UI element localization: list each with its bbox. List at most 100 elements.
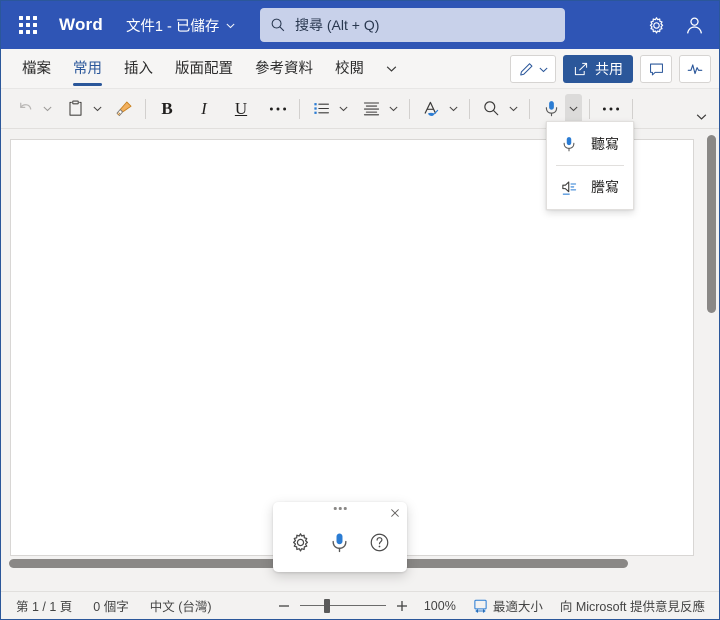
toolbar-separator: [145, 98, 146, 119]
align-icon: [363, 102, 379, 116]
zoom-slider-thumb[interactable]: [323, 598, 330, 613]
zoom-slider-track: [299, 605, 386, 607]
chevron-down-icon: [449, 106, 458, 112]
tab-file[interactable]: 檔案: [11, 53, 62, 85]
share-button[interactable]: 共用: [563, 55, 633, 83]
more-commands-button[interactable]: [597, 94, 625, 124]
comments-button[interactable]: [640, 55, 672, 83]
word-count-label[interactable]: 0 個字: [87, 593, 134, 618]
zoom-out-button[interactable]: [274, 596, 294, 616]
app-name-label: Word: [59, 15, 103, 34]
page-info-label[interactable]: 第 1 / 1 頁: [10, 593, 78, 618]
tab-layout[interactable]: 版面配置: [164, 53, 244, 85]
paste-button[interactable]: [61, 94, 89, 124]
bold-button[interactable]: B: [153, 94, 181, 124]
bullet-list-button[interactable]: [307, 94, 335, 124]
ribbon-actions: 共用: [510, 49, 711, 89]
styles-dropdown-button[interactable]: [445, 94, 462, 124]
more-tabs-button[interactable]: [377, 55, 405, 83]
vertical-scrollbar[interactable]: [706, 135, 717, 553]
toolbar-separator: [589, 98, 590, 119]
undo-button[interactable]: [11, 94, 39, 124]
drag-handle-icon[interactable]: [333, 507, 347, 510]
tab-home[interactable]: 常用: [62, 53, 113, 86]
menu-item-dictate[interactable]: 聽寫: [547, 126, 633, 162]
tab-review[interactable]: 校閱: [324, 53, 375, 85]
paste-dropdown-button[interactable]: [89, 94, 106, 124]
undo-icon: [19, 102, 31, 110]
styles-button[interactable]: [417, 94, 445, 124]
grid-icon: [19, 16, 37, 34]
format-painter-icon: [116, 101, 132, 116]
settings-button[interactable]: [639, 8, 673, 42]
status-bar: 第 1 / 1 頁 0 個字 中文 (台灣) 100% 最適大小 向 Micro…: [1, 591, 719, 619]
app-launcher-button[interactable]: [11, 8, 45, 42]
gear-icon: [293, 532, 309, 552]
status-bar-right: 100% 最適大小 向 Microsoft 提供意見反應: [274, 593, 711, 618]
more-font-options-button[interactable]: [264, 94, 292, 124]
close-icon: [391, 509, 399, 517]
fit-to-width-button[interactable]: 最適大小: [468, 593, 548, 618]
fit-label: 最適大小: [492, 600, 543, 614]
tab-references[interactable]: 參考資料: [244, 53, 324, 85]
undo-dropdown-button[interactable]: [39, 94, 56, 124]
bullet-list-icon: [313, 103, 329, 114]
share-icon: [574, 62, 588, 76]
ribbon-tab-bar: 檔案 常用 插入 版面配置 參考資料 校閱 共用: [1, 49, 719, 89]
pen-icon: [519, 62, 532, 75]
chevron-down-icon: [389, 106, 398, 112]
editing-mode-button[interactable]: [510, 55, 556, 83]
catch-up-button[interactable]: [679, 55, 711, 83]
zoom-level-label[interactable]: 100%: [418, 596, 462, 616]
ellipsis-icon: [269, 107, 287, 110]
menu-separator: [556, 165, 624, 166]
find-dropdown-button[interactable]: [505, 94, 522, 124]
search-input[interactable]: 搜尋 (Alt + Q): [260, 8, 565, 42]
share-label: 共用: [595, 61, 623, 77]
close-dictation-button[interactable]: [386, 504, 404, 522]
titlebar-actions: [639, 1, 711, 49]
vertical-scrollbar-thumb[interactable]: [707, 135, 716, 313]
title-bar: Word 文件1 - 已儲存 搜尋 (Alt + Q): [1, 1, 719, 49]
document-title-button[interactable]: 文件1 - 已儲存: [122, 12, 240, 39]
dictation-help-button[interactable]: [363, 526, 395, 558]
tab-insert[interactable]: 插入: [113, 53, 164, 85]
dictate-button[interactable]: [537, 94, 565, 124]
toolbar-separator: [299, 98, 300, 119]
language-label[interactable]: 中文 (台灣): [144, 593, 218, 618]
activity-icon: [687, 64, 703, 75]
underline-label: U: [234, 99, 248, 118]
find-button[interactable]: [477, 94, 505, 124]
help-icon: [370, 533, 389, 551]
account-button[interactable]: [677, 8, 711, 42]
align-button[interactable]: [357, 94, 385, 124]
align-dropdown-button[interactable]: [385, 94, 402, 124]
microphone-icon: [557, 135, 581, 153]
dictation-controls: [273, 526, 407, 558]
status-bar-left: 第 1 / 1 頁 0 個字 中文 (台灣): [10, 593, 218, 618]
ellipsis-icon: [602, 107, 620, 110]
menu-item-transcribe[interactable]: 謄寫: [547, 169, 633, 205]
zoom-slider[interactable]: [299, 596, 386, 616]
format-painter-button[interactable]: [110, 94, 138, 124]
bullet-list-dropdown-button[interactable]: [335, 94, 352, 124]
chevron-down-icon: [43, 106, 52, 112]
dictation-floating-toolbar: [273, 502, 407, 572]
dictation-settings-button[interactable]: [285, 526, 317, 558]
fit-width-icon: [473, 598, 488, 613]
search-icon: [483, 101, 498, 116]
dictate-dropdown-button[interactable]: [565, 93, 582, 124]
toolbar-separator: [632, 98, 633, 119]
italic-button[interactable]: I: [190, 94, 218, 124]
chevron-down-icon: [339, 106, 348, 112]
chevron-down-icon: [93, 106, 102, 112]
collapse-ribbon-button[interactable]: [689, 105, 713, 127]
zoom-in-button[interactable]: [392, 596, 412, 616]
chevron-down-icon: [509, 106, 518, 112]
feedback-label[interactable]: 向 Microsoft 提供意見反應: [554, 593, 711, 618]
toolbar-separator: [529, 98, 530, 119]
underline-button[interactable]: U: [227, 94, 255, 124]
chevron-down-icon: [225, 20, 236, 31]
clipboard-icon: [68, 100, 82, 116]
dictation-mic-button[interactable]: [324, 526, 356, 558]
